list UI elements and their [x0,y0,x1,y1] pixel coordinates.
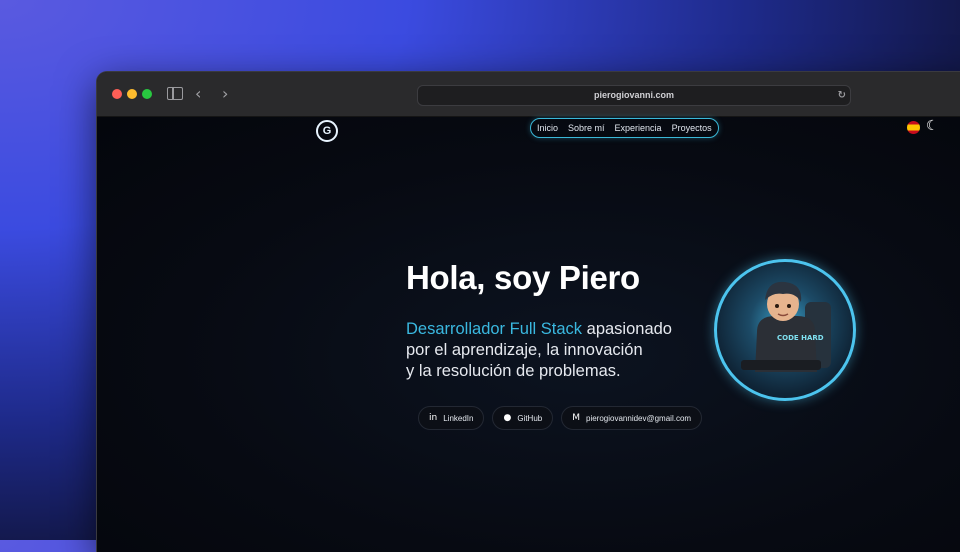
moon-icon[interactable]: ☾ [926,118,939,134]
hero-title: Hola, soy Piero [406,259,640,296]
linkedin-label: LinkedIn [443,413,474,423]
maximize-window-button[interactable] [142,89,152,99]
avatar-shirt-text: CODE HARD [777,334,824,342]
spain-flag-icon[interactable] [907,121,920,134]
sidebar-toggle-icon[interactable] [167,87,183,100]
nav-link-sobre-mi[interactable]: Sobre mí [568,123,605,133]
browser-titlebar: ‹ › pierogiovanni.com ↻ [97,72,960,117]
github-icon: ● [503,413,512,423]
main-nav: Inicio Sobre mí Experiencia Proyectos [530,118,719,138]
github-button[interactable]: ● GitHub [492,406,554,430]
linkedin-icon: in [429,413,438,423]
avatar-illustration: CODE HARD [741,281,831,372]
gmail-icon: M [572,413,580,423]
role-highlight: Desarrollador Full Stack [406,320,583,338]
email-button[interactable]: M pierogiovannidev@gmail.com [561,406,703,430]
email-label: pierogiovannidev@gmail.com [586,413,692,423]
avatar: CODE HARD [714,259,856,401]
hero-line-1-rest: apasionado [582,320,672,338]
browser-window: ‹ › pierogiovanni.com ↻ G Inicio Sobre m… [97,72,960,552]
site-logo[interactable]: G [316,120,338,142]
nav-link-experiencia[interactable]: Experiencia [615,123,662,133]
hero-line-2: por el aprendizaje, la innovación [406,341,643,359]
back-arrow-icon[interactable]: ‹ [195,84,201,103]
minimize-window-button[interactable] [127,89,137,99]
forward-arrow-icon[interactable]: › [222,84,228,103]
close-window-button[interactable] [112,89,122,99]
address-bar[interactable]: pierogiovanni.com ↻ [417,85,851,106]
hero-line-3: y la resolución de problemas. [406,362,621,380]
url-text: pierogiovanni.com [593,90,674,100]
page-content: G Inicio Sobre mí Experiencia Proyectos … [97,117,960,552]
linkedin-button[interactable]: in LinkedIn [418,406,485,430]
reload-icon[interactable]: ↻ [838,86,846,105]
nav-link-proyectos[interactable]: Proyectos [672,123,712,133]
hero-description: Desarrollador Full Stack apasionado por … [406,319,696,382]
social-links: in LinkedIn ● GitHub M pierogiovannidev@… [418,406,703,430]
github-label: GitHub [517,413,543,423]
nav-link-inicio[interactable]: Inicio [537,123,558,133]
